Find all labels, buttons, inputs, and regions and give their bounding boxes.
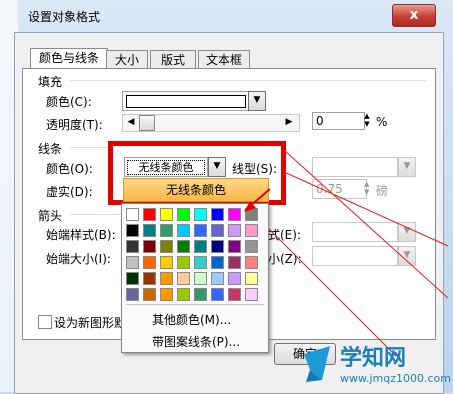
color-swatch[interactable]	[245, 272, 258, 285]
color-swatch[interactable]	[177, 208, 190, 221]
color-swatch[interactable]	[194, 240, 207, 253]
color-swatch[interactable]	[177, 256, 190, 269]
watermark-url: www.jmqz1000.com	[340, 372, 451, 385]
color-swatch[interactable]	[160, 240, 173, 253]
color-swatch[interactable]	[160, 224, 173, 237]
watermark-logo-icon	[304, 346, 330, 382]
color-swatch-grid	[126, 208, 266, 302]
color-swatch[interactable]	[194, 208, 207, 221]
color-swatch[interactable]	[228, 272, 241, 285]
color-swatch[interactable]	[245, 240, 258, 253]
color-swatch[interactable]	[177, 240, 190, 253]
color-swatch[interactable]	[228, 288, 241, 301]
color-swatch[interactable]	[228, 256, 241, 269]
color-swatch[interactable]	[160, 256, 173, 269]
color-swatch[interactable]	[143, 240, 156, 253]
color-swatch[interactable]	[143, 288, 156, 301]
color-swatch[interactable]	[211, 208, 224, 221]
color-swatch[interactable]	[126, 272, 139, 285]
more-colors-item[interactable]: 其他颜色(M)...	[152, 311, 231, 328]
color-swatch[interactable]	[177, 272, 190, 285]
popup-divider	[126, 304, 264, 305]
color-swatch[interactable]	[211, 272, 224, 285]
color-swatch[interactable]	[126, 256, 139, 269]
color-swatch[interactable]	[211, 256, 224, 269]
color-swatch[interactable]	[126, 240, 139, 253]
color-swatch[interactable]	[143, 224, 156, 237]
color-swatch[interactable]	[194, 256, 207, 269]
color-swatch[interactable]	[160, 288, 173, 301]
color-swatch[interactable]	[126, 288, 139, 301]
color-swatch[interactable]	[177, 224, 190, 237]
patterned-lines-item[interactable]: 带图案线条(P)...	[152, 333, 240, 350]
color-swatch[interactable]	[211, 288, 224, 301]
color-swatch[interactable]	[143, 208, 156, 221]
color-swatch[interactable]	[245, 288, 258, 301]
color-swatch[interactable]	[194, 272, 207, 285]
red-arrow-icon	[244, 188, 271, 212]
color-swatch[interactable]	[160, 208, 173, 221]
color-swatch[interactable]	[177, 288, 190, 301]
color-swatch[interactable]	[211, 224, 224, 237]
color-swatch[interactable]	[143, 256, 156, 269]
color-swatch[interactable]	[228, 240, 241, 253]
color-swatch[interactable]	[126, 224, 139, 237]
color-swatch[interactable]	[194, 224, 207, 237]
color-swatch[interactable]	[211, 240, 224, 253]
watermark-brand: 学知网	[340, 346, 407, 371]
color-swatch[interactable]	[228, 224, 241, 237]
color-swatch[interactable]	[245, 224, 258, 237]
color-swatch[interactable]	[143, 272, 156, 285]
color-swatch[interactable]	[194, 288, 207, 301]
watermark: 学知网 www.jmqz1000.com	[300, 340, 453, 392]
color-swatch[interactable]	[126, 208, 139, 221]
color-swatch[interactable]	[245, 256, 258, 269]
color-swatch[interactable]	[160, 272, 173, 285]
